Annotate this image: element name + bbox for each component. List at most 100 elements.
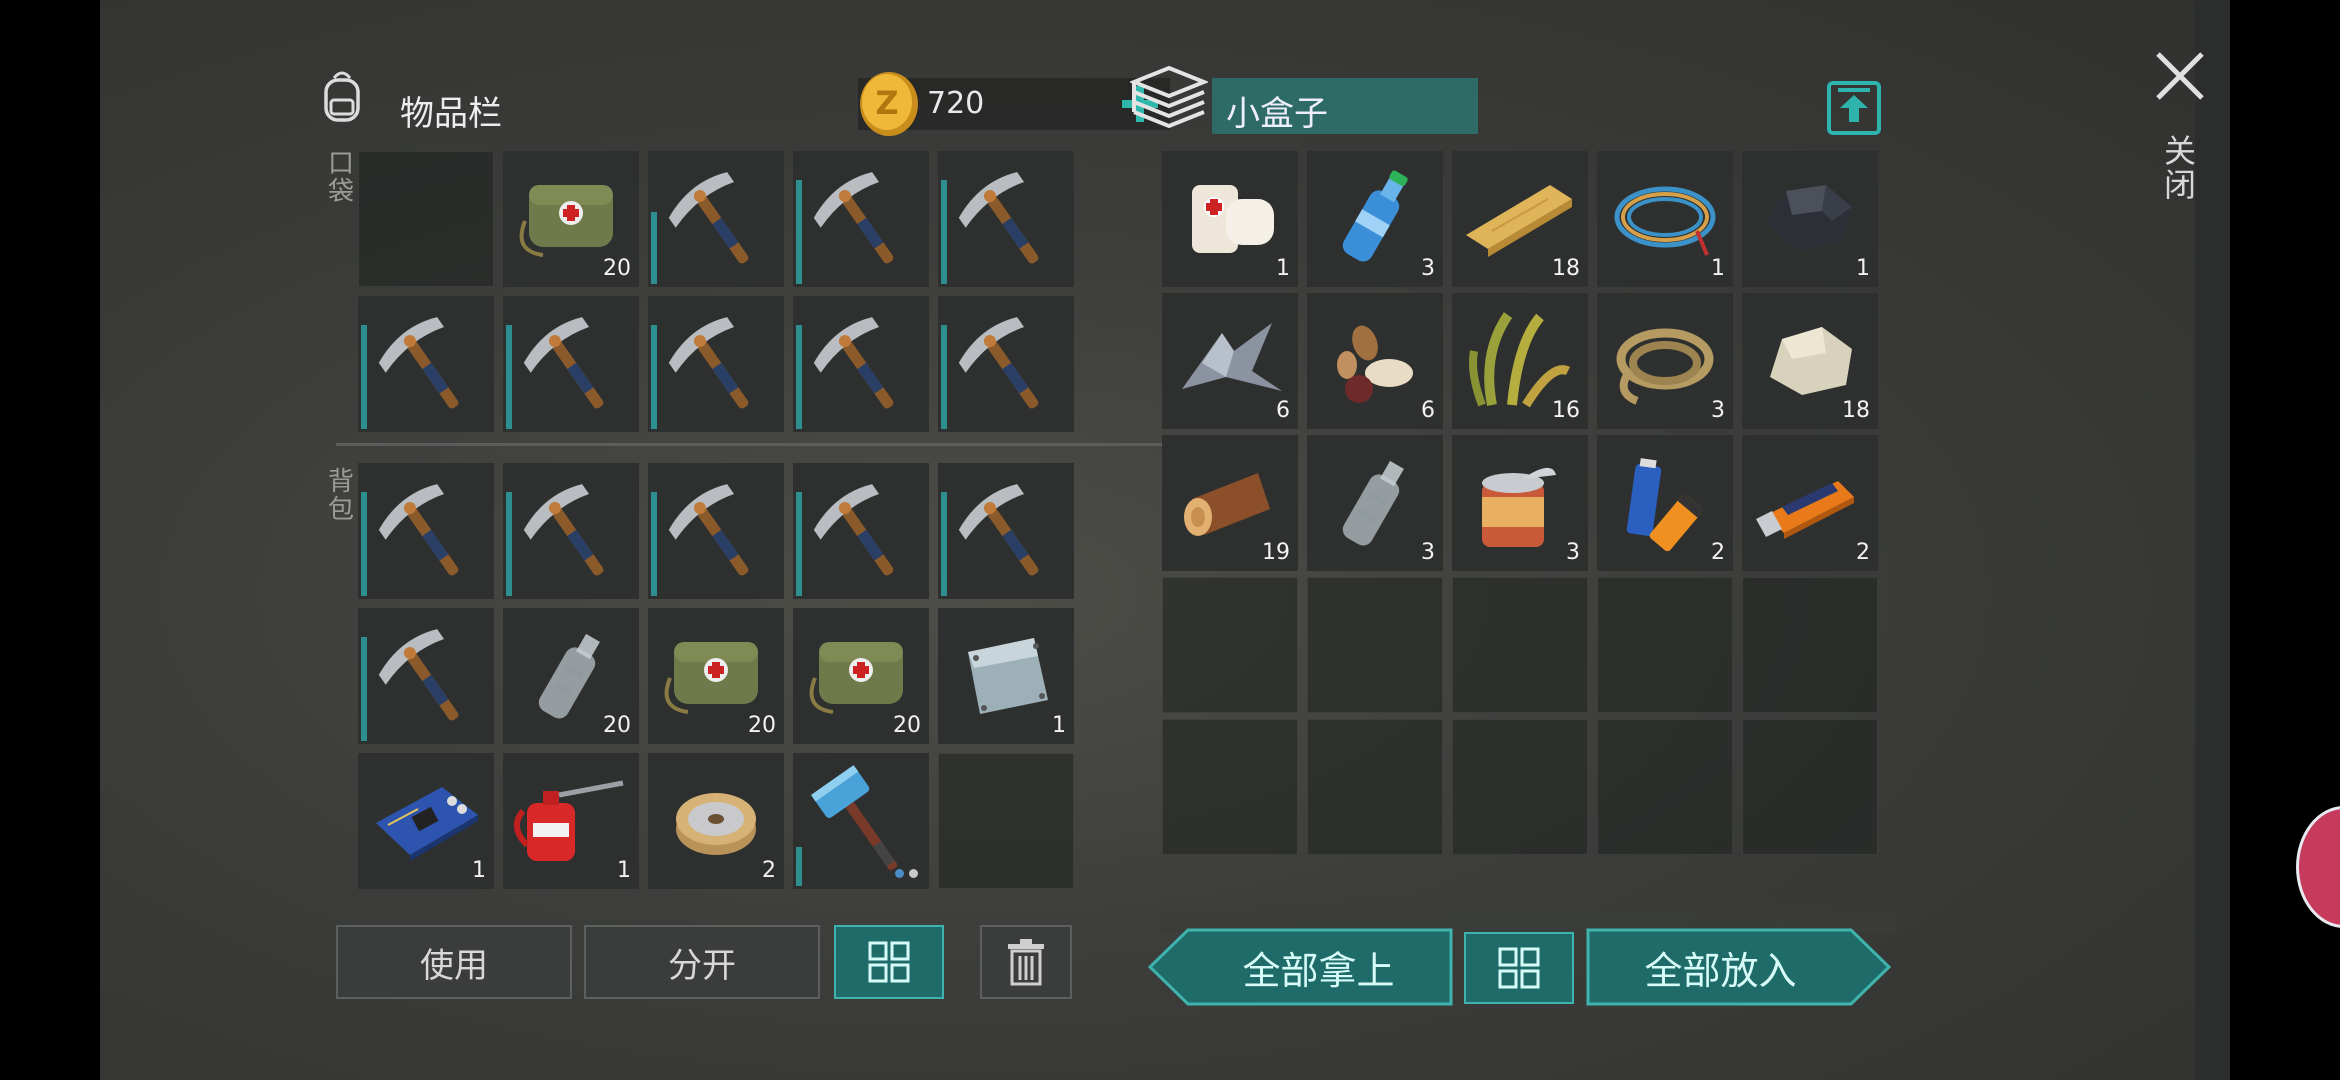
container-slot-tin-can[interactable]: 3 [1452, 435, 1588, 571]
container-slot-rope[interactable]: 3 [1597, 293, 1733, 429]
item-quantity: 1 [472, 858, 486, 883]
item-quantity: 16 [1552, 398, 1580, 423]
durability-bar [796, 847, 802, 886]
pickaxe-icon [958, 172, 1039, 264]
durability-bar [941, 325, 947, 429]
durability-bar [796, 325, 802, 429]
item-quantity: 2 [762, 858, 776, 883]
container-slot-batteries[interactable]: 2 [1597, 435, 1733, 571]
pocket-slot-pickaxe[interactable] [938, 151, 1074, 287]
svg-text:Z: Z [875, 84, 898, 122]
durability-bar [796, 180, 802, 284]
container-slot-empty[interactable] [1597, 719, 1733, 855]
durability-bar [651, 325, 657, 429]
container-slot-wire-coil[interactable]: 1 [1597, 151, 1733, 287]
pickaxe-icon [668, 484, 749, 576]
container-slot-usb-drive[interactable]: 2 [1742, 435, 1878, 571]
backpack-slot-first-aid-bag[interactable]: 20 [793, 608, 929, 744]
container-slot-empty[interactable] [1162, 577, 1298, 713]
container-slot-empty[interactable] [1597, 577, 1733, 713]
item-quantity: 18 [1842, 398, 1870, 423]
item-quantity: 18 [1552, 256, 1580, 281]
container-slot-empty[interactable] [1452, 577, 1588, 713]
container-slot-empty[interactable] [1452, 719, 1588, 855]
backpack-slot-sledgehammer[interactable] [793, 753, 929, 889]
item-quantity: 19 [1262, 540, 1290, 565]
backpack-slot-first-aid-bag[interactable]: 20 [648, 608, 784, 744]
item-quantity: 3 [1421, 256, 1435, 281]
item-quantity: 20 [603, 256, 631, 281]
inventory-title: 物品栏 [400, 94, 502, 134]
pocket-slot-pickaxe[interactable] [358, 296, 494, 432]
grid-sort-icon [868, 941, 910, 983]
container-slot-stone[interactable]: 18 [1742, 293, 1878, 429]
backpack-slot-wire-spool[interactable]: 2 [648, 753, 784, 889]
pocket-slot-pickaxe[interactable] [648, 296, 784, 432]
backpack-slot-pickaxe[interactable] [648, 463, 784, 599]
trash-button[interactable] [980, 925, 1072, 999]
backpack-slot-pickaxe[interactable] [503, 463, 639, 599]
backpack-slot-empty-bottle[interactable]: 20 [503, 608, 639, 744]
container-slot-empty-bottle[interactable]: 3 [1307, 435, 1443, 571]
backpack-slot-empty[interactable] [938, 753, 1074, 889]
take-all-button[interactable]: 全部拿上 [1148, 928, 1453, 1006]
pickaxe-icon [378, 629, 459, 721]
pickaxe-icon [958, 317, 1039, 409]
put-all-button[interactable]: 全部放入 [1586, 928, 1891, 1006]
backpack-slot-metal-plate[interactable]: 1 [938, 608, 1074, 744]
pocket-slot-first-aid-bag[interactable]: 20 [503, 151, 639, 287]
backpack-slot-circuit-board[interactable]: 1 [358, 753, 494, 889]
pickaxe-icon [813, 317, 894, 409]
backpack-label: 背包 [328, 467, 355, 525]
container-slot-empty[interactable] [1307, 577, 1443, 713]
container-slot-seeds[interactable]: 6 [1307, 293, 1443, 429]
item-quantity: 1 [1052, 713, 1066, 738]
container-slot-empty[interactable] [1162, 719, 1298, 855]
transfer-upload-button[interactable] [1826, 78, 1882, 136]
backpack-slot-pickaxe[interactable] [358, 463, 494, 599]
item-quantity: 20 [748, 713, 776, 738]
durability-bar [506, 325, 512, 429]
pocket-slot-pickaxe[interactable] [503, 296, 639, 432]
pocket-slot-pickaxe[interactable] [793, 296, 929, 432]
container-slot-scrap-metal[interactable]: 6 [1162, 293, 1298, 429]
backpack-slot-pickaxe[interactable] [358, 608, 494, 744]
container-slot-bandage[interactable]: 1 [1162, 151, 1298, 287]
backpack-slot-pickaxe[interactable] [938, 463, 1074, 599]
container-slot-log[interactable]: 19 [1162, 435, 1298, 571]
currency-amount: 720 [927, 86, 985, 121]
floating-assistant-bubble[interactable] [2296, 806, 2340, 928]
container-slot-coal[interactable]: 1 [1742, 151, 1878, 287]
durability-bar [941, 492, 947, 596]
durability-bar [361, 325, 367, 429]
use-button[interactable]: 使用 [336, 925, 572, 999]
backpack-slot-oil-can[interactable]: 1 [503, 753, 639, 889]
close-button[interactable]: 关闭 [2140, 50, 2220, 220]
container-slot-water-bottle[interactable]: 3 [1307, 151, 1443, 287]
container-slot-wood-plank[interactable]: 18 [1452, 151, 1588, 287]
item-quantity: 20 [603, 713, 631, 738]
pickaxe-icon [668, 317, 749, 409]
sort-container-button[interactable] [1464, 932, 1574, 1004]
sort-inventory-button[interactable] [834, 925, 944, 999]
backpack-slot-pickaxe[interactable] [793, 463, 929, 599]
take-all-label: 全部拿上 [1242, 948, 1395, 993]
pocket-slot-empty[interactable] [358, 151, 494, 287]
durability-bar [361, 492, 367, 596]
container-slot-empty[interactable] [1307, 719, 1443, 855]
durability-bar [651, 492, 657, 596]
item-quantity: 1 [1711, 256, 1725, 281]
container-slot-empty[interactable] [1742, 719, 1878, 855]
item-quantity: 6 [1276, 398, 1290, 423]
pocket-slot-pickaxe[interactable] [648, 151, 784, 287]
container-name-field[interactable]: 小盒子 [1212, 78, 1478, 134]
container-name: 小盒子 [1226, 94, 1328, 134]
split-button[interactable]: 分开 [584, 925, 820, 999]
pickaxe-icon [523, 484, 604, 576]
container-slot-empty[interactable] [1742, 577, 1878, 713]
pocket-slot-pickaxe[interactable] [793, 151, 929, 287]
pocket-slot-pickaxe[interactable] [938, 296, 1074, 432]
container-slot-plant-fiber[interactable]: 16 [1452, 293, 1588, 429]
pickaxe-icon [668, 172, 749, 264]
pickaxe-icon [958, 484, 1039, 576]
